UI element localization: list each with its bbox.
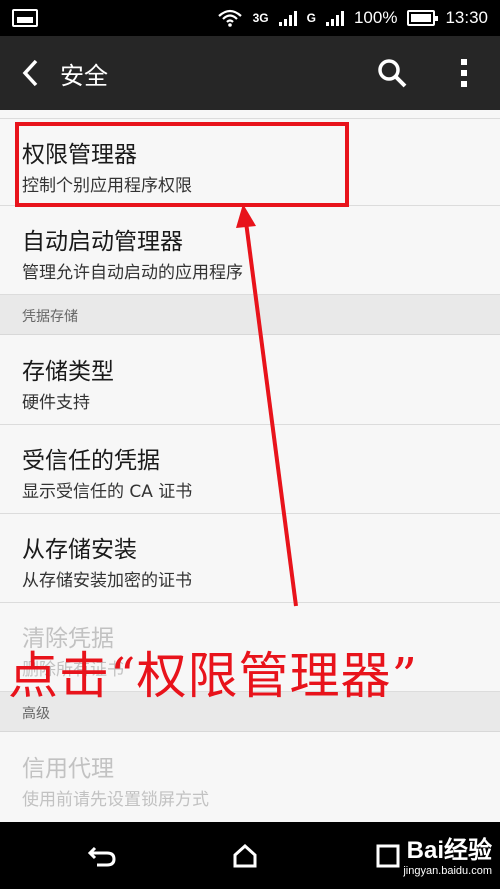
recents-icon (376, 844, 400, 867)
watermark-brand: Bai经验 (406, 837, 492, 864)
home-icon (233, 843, 257, 867)
annotation-text: 点击“权限管理器” (8, 647, 419, 705)
baidu-jingyan-watermark: Bai经验 jingyan.baidu.com (403, 830, 492, 877)
nav-back-button[interactable] (67, 826, 137, 886)
annotation-arrow (236, 204, 298, 607)
back-arrow-icon (87, 846, 116, 866)
watermark-url: jingyan.baidu.com (403, 865, 492, 877)
nav-home-button[interactable] (210, 826, 280, 886)
